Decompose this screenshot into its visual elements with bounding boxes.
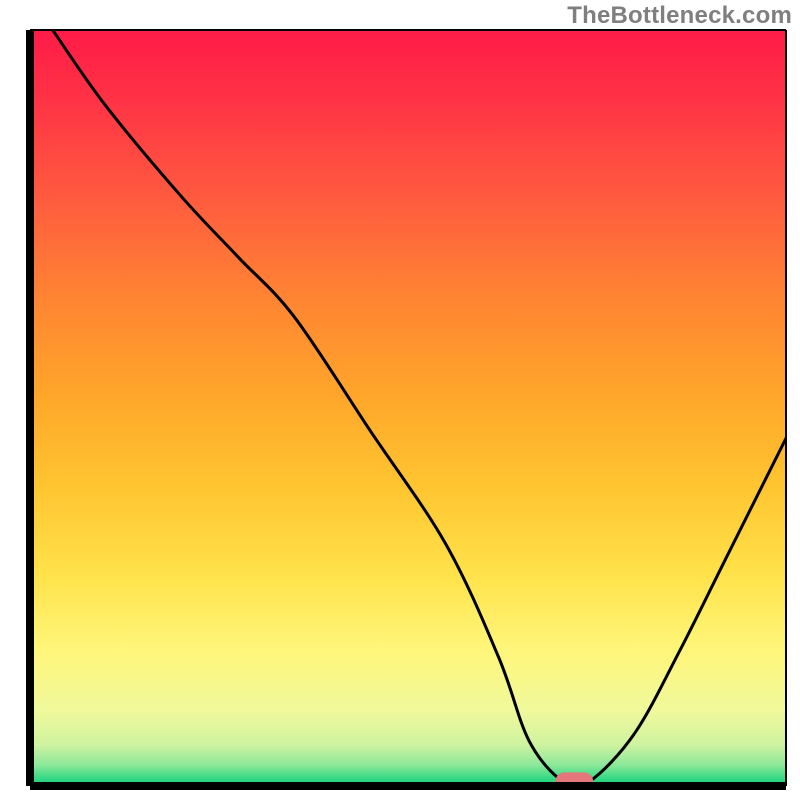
gradient-background <box>30 30 786 786</box>
bottleneck-chart <box>0 0 800 800</box>
watermark-text: TheBottleneck.com <box>567 2 792 30</box>
